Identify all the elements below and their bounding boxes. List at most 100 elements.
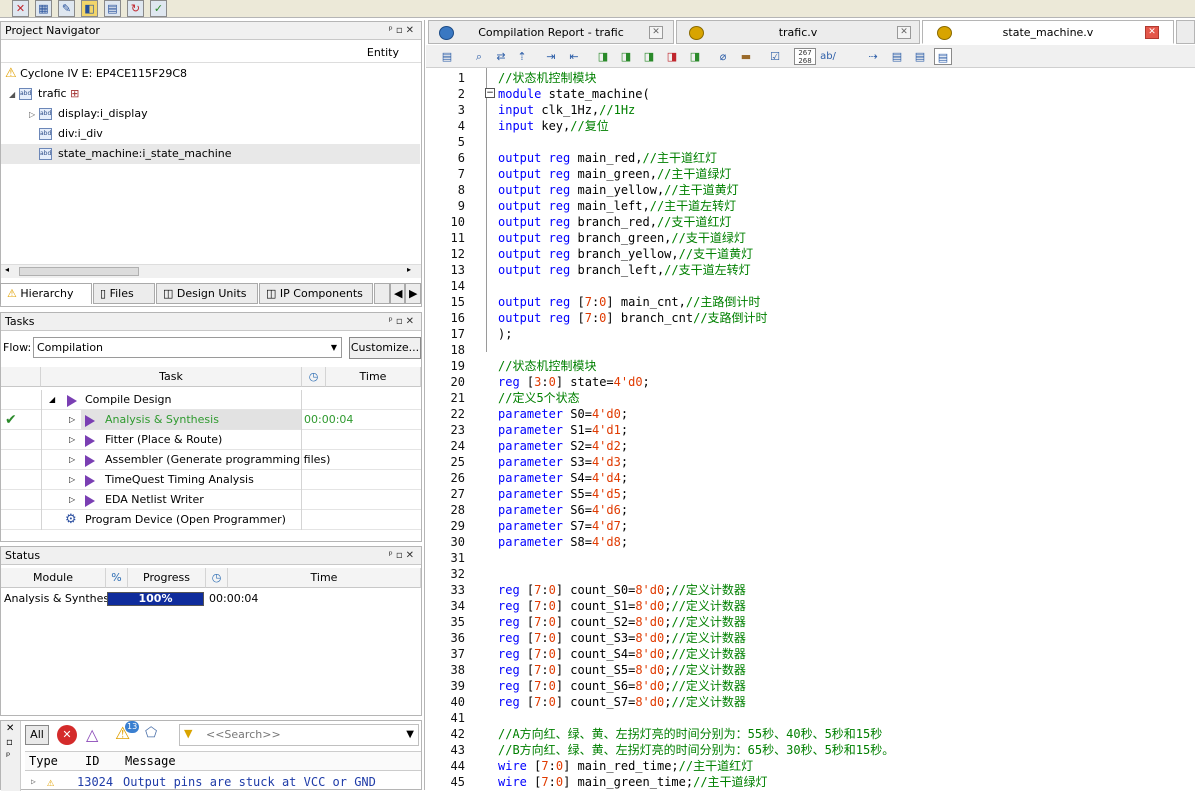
expand-right-icon[interactable]: ▷: [29, 105, 39, 125]
close-icon[interactable]: ✕: [897, 26, 911, 39]
code-line[interactable]: 17);: [427, 326, 1195, 342]
bookmark-next-icon[interactable]: ◨: [617, 48, 635, 65]
restore-icon[interactable]: ▫: [6, 737, 13, 748]
code-line[interactable]: 19 //状态机控制模块: [427, 358, 1195, 374]
tab-scroll-right-icon[interactable]: ▶: [405, 283, 421, 304]
bookmark-prev-icon[interactable]: ◨: [640, 48, 658, 65]
code-line[interactable]: 35 reg [7:0] count_S2=8'd0;//定义计数器: [427, 614, 1195, 630]
goto-icon[interactable]: ⇢: [864, 48, 882, 65]
expand-right-icon[interactable]: ▷: [31, 773, 36, 791]
code-line[interactable]: 41: [427, 710, 1195, 726]
code-line[interactable]: 29 parameter S7=4'd7;: [427, 518, 1195, 534]
play-icon[interactable]: [85, 494, 103, 507]
code-line[interactable]: 9 output reg main_left,//主干道左转灯: [427, 198, 1195, 214]
code-line[interactable]: 3 input clk_1Hz,//1Hz: [427, 102, 1195, 118]
code-line[interactable]: 5: [427, 134, 1195, 150]
code-line[interactable]: 36 reg [7:0] count_S3=8'd0;//定义计数器: [427, 630, 1195, 646]
code-line[interactable]: 44 wire [7:0] main_red_time;//主干道红灯: [427, 758, 1195, 774]
task-row[interactable]: ▷ Fitter (Place & Route): [1, 430, 421, 450]
flow-select[interactable]: Compilation ▼: [33, 337, 342, 358]
code-line[interactable]: 39 reg [7:0] count_S6=8'd0;//定义计数器: [427, 678, 1195, 694]
id-col-header[interactable]: ID: [85, 752, 99, 770]
critical-warning-filter-icon[interactable]: △: [86, 725, 98, 744]
tab-scroll-left-icon[interactable]: ◀: [390, 283, 405, 304]
error-filter-icon[interactable]: ✕: [57, 725, 77, 745]
code-line[interactable]: 25 parameter S3=4'd3;: [427, 454, 1195, 470]
indent-icon[interactable]: ⇥: [542, 48, 560, 65]
play-icon[interactable]: [85, 434, 103, 447]
code-line[interactable]: 6 output reg main_red,//主干道红灯: [427, 150, 1195, 166]
time-col-header[interactable]: Time: [228, 568, 421, 588]
unindent-icon[interactable]: ⇤: [565, 48, 583, 65]
code-line[interactable]: 8 output reg main_yellow,//主干道黄灯: [427, 182, 1195, 198]
task-row[interactable]: ▷ Assembler (Generate programming files): [1, 450, 421, 470]
expand-down-icon[interactable]: ◢: [49, 390, 55, 410]
code-line[interactable]: 38 reg [7:0] count_S5=8'd0;//定义计数器: [427, 662, 1195, 678]
code-line[interactable]: 7 output reg main_green,//主干道绿灯: [427, 166, 1195, 182]
entity-header[interactable]: Entity: [1, 43, 421, 63]
line-number-toggle[interactable]: 267 268: [794, 48, 816, 65]
tab-overflow[interactable]: [1176, 20, 1195, 44]
comment-icon[interactable]: ▤: [911, 48, 929, 65]
time-col-header[interactable]: Time: [326, 367, 421, 387]
code-line[interactable]: 45 wire [7:0] main_green_time;//主干道绿灯: [427, 774, 1195, 790]
code-line[interactable]: 10 output reg branch_red,//支干道红灯: [427, 214, 1195, 230]
uncomment-icon[interactable]: ▤: [934, 48, 952, 65]
task-row[interactable]: ◢ Compile Design: [1, 390, 421, 410]
tree-child-div[interactable]: abd div:i_div: [39, 124, 103, 144]
pencil-icon[interactable]: ✎: [58, 0, 75, 17]
tab-state-machine-v[interactable]: state_machine.v ✕: [922, 20, 1174, 44]
expand-right-icon[interactable]: ▷: [69, 490, 75, 510]
code-line[interactable]: 40 reg [7:0] count_S7=8'd0;//定义计数器: [427, 694, 1195, 710]
tab-files[interactable]: ▯ Files: [93, 283, 155, 304]
code-line[interactable]: 18: [427, 342, 1195, 358]
wrap-icon[interactable]: ▤: [888, 48, 906, 65]
task-row[interactable]: ⚙ Program Device (Open Programmer): [1, 510, 421, 530]
expand-right-icon[interactable]: ▷: [69, 410, 75, 430]
task-row[interactable]: ✔ ▷ Analysis & Synthesis 00:00:04: [1, 410, 421, 430]
pin-planner-icon[interactable]: ▤: [104, 0, 121, 17]
code-line[interactable]: 1 //状态机控制模块: [427, 70, 1195, 86]
bookmark-icon[interactable]: ◨: [594, 48, 612, 65]
check-syntax-icon[interactable]: ☑: [766, 48, 784, 65]
spell-icon[interactable]: ab/: [819, 48, 837, 65]
compile-icon[interactable]: ▦: [35, 0, 52, 17]
tree-top-entity[interactable]: ◢ abd trafic ⊞: [9, 84, 79, 104]
refresh-icon[interactable]: ↻: [127, 0, 144, 17]
code-line[interactable]: 43 //B方向红、绿、黄、左拐灯亮的时间分别为：65秒、30秒、5秒和15秒。: [427, 742, 1195, 758]
horizontal-scrollbar[interactable]: ◂ ▸: [1, 264, 421, 278]
code-line[interactable]: 37 reg [7:0] count_S4=8'd0;//定义计数器: [427, 646, 1195, 662]
tab-hierarchy[interactable]: ⚠ Hierarchy: [0, 283, 92, 304]
tree-child-state-machine[interactable]: abd state_machine:i_state_machine: [1, 144, 420, 164]
code-line[interactable]: 27 parameter S5=4'd5;: [427, 486, 1195, 502]
code-line[interactable]: 15 output reg [7:0] main_cnt,//主路倒计时: [427, 294, 1195, 310]
code-line[interactable]: 16 output reg [7:0] branch_cnt//支路倒计时: [427, 310, 1195, 326]
tab-design-units[interactable]: ◫ Design Units: [156, 283, 258, 304]
play-icon[interactable]: [85, 454, 103, 467]
code-line[interactable]: 14: [427, 278, 1195, 294]
chip-icon[interactable]: ◧: [81, 0, 98, 17]
customize-button[interactable]: Customize...: [349, 337, 421, 359]
task-row[interactable]: ▷ TimeQuest Timing Analysis: [1, 470, 421, 490]
code-line[interactable]: 33 reg [7:0] count_S0=8'd0;//定义计数器: [427, 582, 1195, 598]
scroll-icon[interactable]: ▬: [737, 48, 755, 65]
close-icon[interactable]: ✕: [1145, 26, 1159, 39]
message-search-field[interactable]: ▼ <<Search>> ▼: [179, 724, 419, 746]
task-row[interactable]: ▷ EDA Netlist Writer: [1, 490, 421, 510]
expand-right-icon[interactable]: ▷: [69, 430, 75, 450]
play-icon[interactable]: [85, 474, 103, 487]
tab-compilation-report[interactable]: Compilation Report - trafic ✕: [428, 20, 674, 44]
code-line[interactable]: 42 //A方向红、绿、黄、左拐灯亮的时间分别为：55秒、40秒、5秒和15秒: [427, 726, 1195, 742]
code-line[interactable]: 30 parameter S8=4'd8;: [427, 534, 1195, 550]
tree-child-display[interactable]: ▷ abd display:i_display: [29, 104, 148, 124]
play-icon[interactable]: [85, 414, 103, 427]
code-line[interactable]: 22 parameter S0=4'd0;: [427, 406, 1195, 422]
task-col-header[interactable]: Task: [41, 367, 302, 387]
device-row[interactable]: ⚠ Cyclone IV E: EP4CE115F29C8: [5, 64, 187, 84]
attach-icon[interactable]: ⌀: [714, 48, 732, 65]
chevron-down-icon[interactable]: ▼: [406, 725, 414, 745]
scroll-right-icon[interactable]: ▸: [407, 265, 411, 274]
pin-icon[interactable]: ᵖ: [6, 751, 10, 762]
progress-col-header[interactable]: Progress: [128, 568, 206, 588]
up-icon[interactable]: ⇡: [513, 48, 531, 65]
